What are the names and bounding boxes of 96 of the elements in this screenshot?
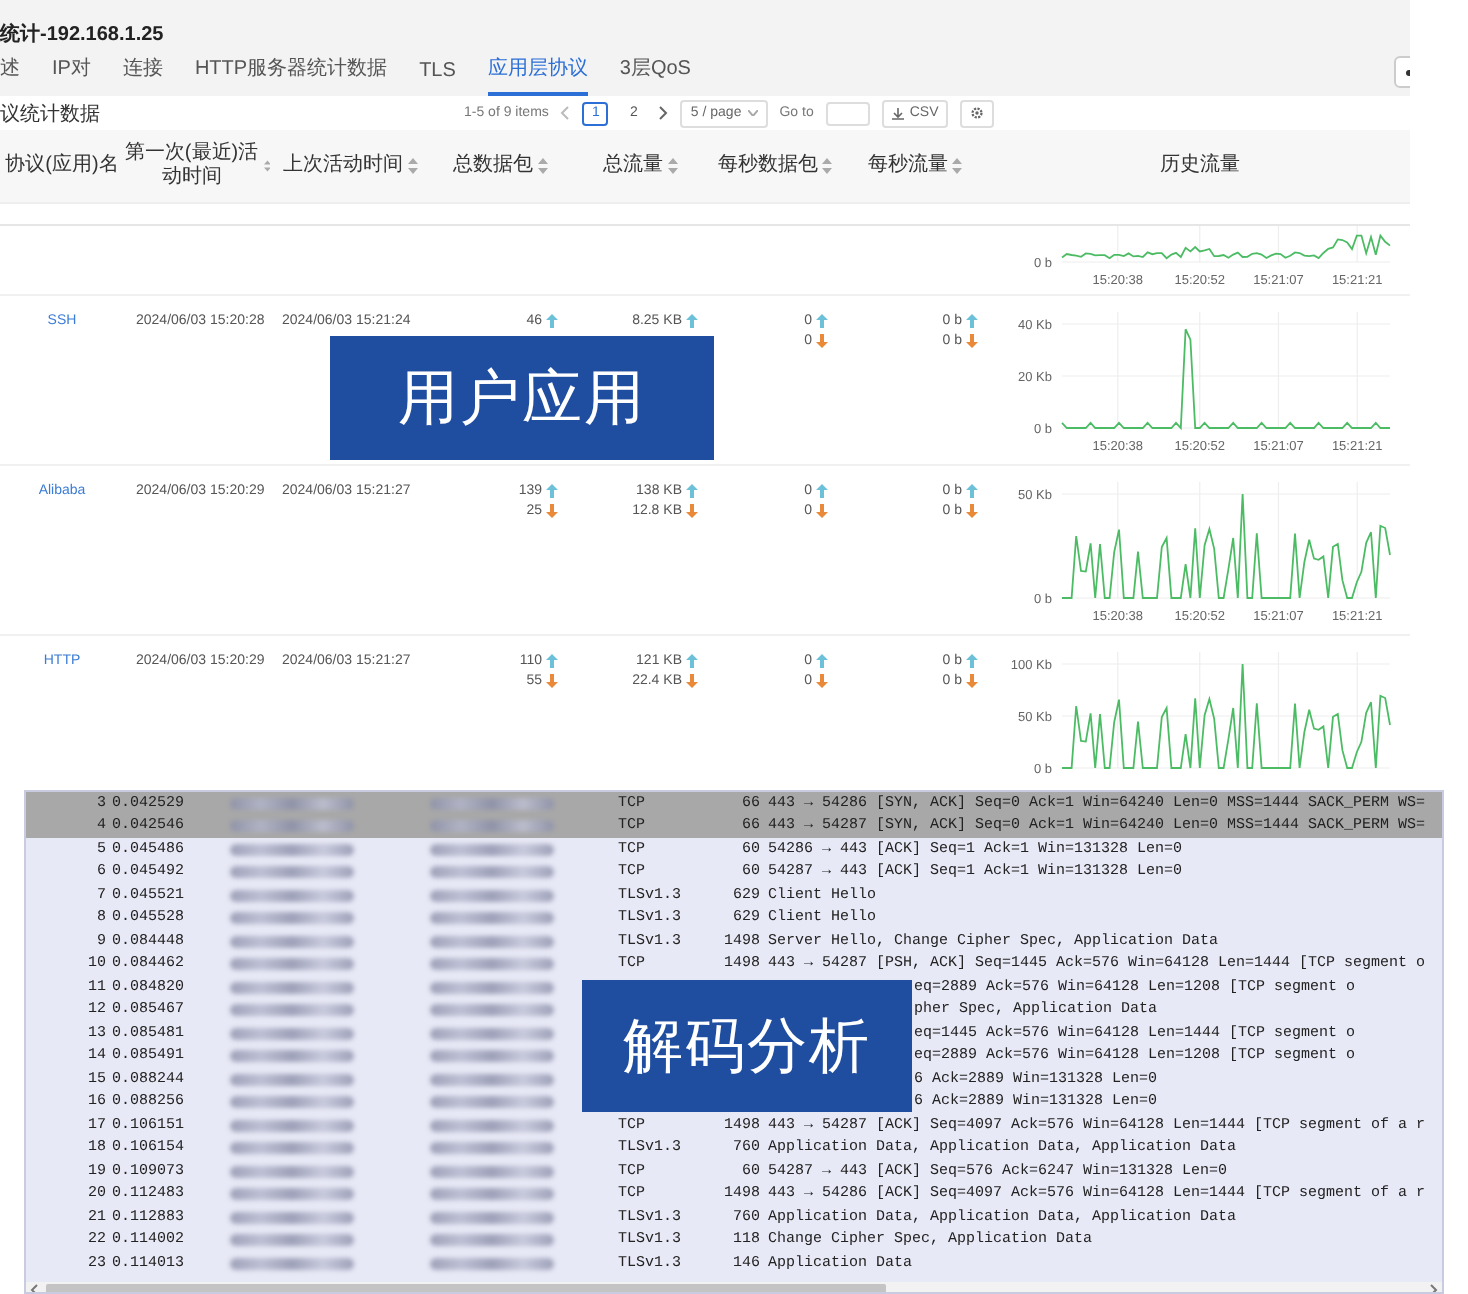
blurred-address [430, 1211, 554, 1224]
window-title: 统计-192.168.1.25 [0, 21, 166, 48]
arrow-down-icon [816, 504, 828, 518]
tab[interactable]: 述 [0, 46, 20, 96]
arrow-down-icon [546, 504, 558, 518]
blurred-address [230, 1257, 354, 1270]
column-header: 每秒数据包 [710, 154, 840, 178]
column-header: 每秒流量 [840, 154, 990, 178]
arrow-down-icon [686, 504, 698, 518]
column-header: 协议(应用)名 [3, 154, 121, 178]
blurred-address [430, 958, 554, 971]
tab[interactable]: IP对 [52, 46, 91, 96]
blurred-address [230, 1234, 354, 1247]
blurred-address [230, 1004, 354, 1017]
blurred-address [430, 889, 554, 902]
arrow-up-icon [546, 484, 558, 498]
arrow-down-icon [966, 334, 978, 348]
arrow-down-icon [816, 674, 828, 688]
column-header: 上次活动时间 [270, 154, 430, 178]
arrow-down-icon [546, 674, 558, 688]
blurred-address [230, 981, 354, 994]
blurred-address [430, 1188, 554, 1201]
download-icon [891, 107, 904, 119]
blurred-address [430, 866, 554, 879]
arrow-up-icon [546, 654, 558, 668]
blurred-address [430, 981, 554, 994]
arrow-down-icon [816, 334, 828, 348]
page-input[interactable] [825, 101, 870, 125]
blurred-address [230, 1188, 354, 1201]
blurred-address [430, 1073, 554, 1086]
blurred-address [230, 958, 354, 971]
blurred-address [230, 1211, 354, 1224]
arrow-up-icon [966, 484, 978, 498]
arrow-down-icon [966, 674, 978, 688]
chevron-right-icon[interactable] [658, 106, 669, 120]
settings-icon [970, 106, 985, 120]
blurred-address [230, 1096, 354, 1109]
blurred-address [230, 935, 354, 948]
blurred-address [230, 797, 354, 810]
blurred-address [430, 1142, 554, 1155]
arrow-up-icon [966, 654, 978, 668]
arrow-up-icon [546, 314, 558, 328]
column-header: 总流量 [570, 154, 710, 178]
blurred-address [430, 1004, 554, 1017]
arrow-up-icon [686, 654, 698, 668]
blurred-address [430, 1050, 554, 1063]
overlay-label: 解码分析 [582, 980, 912, 1112]
tab[interactable]: 3层QoS [619, 46, 691, 96]
arrow-up-icon [816, 314, 828, 328]
caret-icon [747, 110, 758, 116]
blurred-address [430, 1027, 554, 1040]
settings-button[interactable] [960, 99, 995, 127]
blurred-address [230, 866, 354, 879]
sort-icon[interactable] [407, 158, 417, 174]
sort-icon[interactable] [537, 158, 547, 174]
blurred-address [230, 1119, 354, 1132]
sort-icon[interactable] [667, 158, 677, 174]
arrow-up-icon [816, 484, 828, 498]
blurred-address [230, 820, 354, 833]
overlay-label: 用户应用 [330, 336, 714, 460]
blurred-address [430, 797, 554, 810]
blurred-address [430, 1119, 554, 1132]
blurred-address [430, 1165, 554, 1178]
blurred-address [230, 1073, 354, 1086]
blurred-address [430, 1096, 554, 1109]
sort-icon[interactable] [952, 158, 962, 174]
arrow-up-icon [686, 484, 698, 498]
blurred-address [430, 820, 554, 833]
blurred-address [230, 889, 354, 902]
column-header: 历史流量 [1158, 154, 1242, 178]
tab[interactable]: 应用层协议 [487, 46, 588, 96]
blurred-address [430, 935, 554, 948]
blurred-address [230, 1050, 354, 1063]
tab[interactable]: HTTP服务器统计数据 [194, 46, 388, 96]
tab[interactable]: TLS [419, 52, 456, 96]
arrow-up-icon [966, 314, 978, 328]
sort-icon[interactable] [263, 158, 270, 174]
sort-icon[interactable] [822, 158, 832, 174]
blurred-address [230, 912, 354, 925]
blurred-address [430, 843, 554, 856]
blurred-address [230, 1142, 354, 1155]
blurred-address [230, 1027, 354, 1040]
blurred-address [430, 1257, 554, 1270]
section-title: 议统计数据 [0, 101, 102, 127]
arrow-down-icon [966, 504, 978, 518]
arrow-up-icon [686, 314, 698, 328]
blurred-address [230, 1165, 354, 1178]
tab[interactable]: 连接 [122, 46, 163, 96]
blurred-address [430, 1234, 554, 1247]
arrow-down-icon [686, 674, 698, 688]
column-header: 第一次(最近)活动时间 [124, 142, 270, 190]
blurred-address [430, 912, 554, 925]
arrow-up-icon [816, 654, 828, 668]
chevron-left-icon[interactable] [560, 106, 571, 120]
column-header: 总数据包 [430, 154, 570, 178]
blurred-address [230, 843, 354, 856]
